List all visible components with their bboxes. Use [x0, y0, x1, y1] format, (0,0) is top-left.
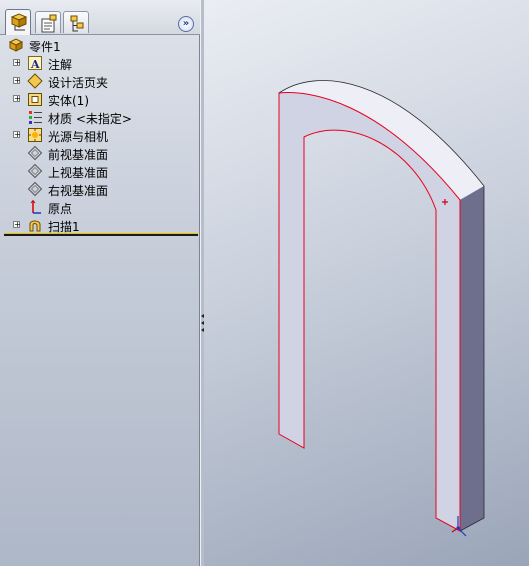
tree-item[interactable]: + A 注解	[0, 54, 198, 72]
tree-root-part[interactable]: 零件1	[0, 36, 198, 54]
tree-item[interactable]: + 扫描1	[0, 216, 198, 234]
material-icon	[29, 111, 42, 124]
model-front-face[interactable]	[436, 200, 460, 531]
tree-item[interactable]: 上视基准面	[0, 162, 198, 180]
tree-item[interactable]: + 光源与相机	[0, 126, 198, 144]
sweep-icon	[29, 220, 41, 232]
tree-item[interactable]: 原点	[0, 198, 198, 216]
feature-tree-icon	[10, 13, 28, 31]
tree-item-label: 右视基准面	[48, 184, 109, 198]
lights-cameras-icon	[28, 128, 42, 142]
tree-item[interactable]: + 实体(1)	[0, 90, 198, 108]
tree-item-label: 上视基准面	[48, 166, 109, 180]
tree-item-label: 材质 <未指定>	[48, 112, 132, 126]
plane-icon	[27, 145, 43, 161]
solid-bodies-icon	[28, 93, 42, 106]
expand-toggle[interactable]: +	[13, 59, 21, 67]
collapse-panel-button[interactable]: »	[178, 16, 194, 32]
part-model[interactable]	[204, 0, 529, 566]
configuration-manager-icon	[70, 15, 84, 32]
tree-item-label: 注解	[48, 58, 73, 72]
tree-root-label: 零件1	[29, 40, 61, 54]
tree-item[interactable]: 前视基准面	[0, 144, 198, 162]
graphics-area[interactable]	[204, 0, 529, 566]
property-manager-icon	[41, 14, 57, 33]
expand-toggle[interactable]: +	[13, 95, 21, 103]
propertymanager-tab[interactable]	[35, 11, 61, 33]
expand-toggle[interactable]: +	[13, 77, 21, 85]
expand-toggle[interactable]: +	[13, 131, 21, 139]
design-binder-icon	[27, 73, 43, 89]
plane-icon	[27, 163, 43, 179]
part-icon	[8, 38, 24, 52]
annotations-icon: A	[28, 56, 42, 71]
rollback-bar[interactable]	[4, 233, 198, 236]
featuremanager-tab[interactable]	[5, 9, 31, 35]
svg-text:A: A	[30, 58, 40, 71]
origin-icon	[30, 199, 41, 214]
tree-item-label: 设计活页夹	[48, 76, 109, 90]
manager-tabbar: »	[0, 0, 200, 35]
tree-item[interactable]: 右视基准面	[0, 180, 198, 198]
tree-item[interactable]: + 设计活页夹	[0, 72, 198, 90]
plane-icon	[27, 181, 43, 197]
tree-item-label: 光源与相机	[48, 130, 109, 144]
tree-item-label: 实体(1)	[48, 94, 89, 108]
model-side-face[interactable]	[460, 186, 484, 531]
expand-toggle[interactable]: +	[13, 221, 21, 229]
configurationmanager-tab[interactable]	[63, 11, 89, 33]
featuremanager-panel: » 零件1 + A 注解 + 设计活页夹 + 实体(1) 材质 <未指定> + 光源与相机前视基准面…	[0, 0, 200, 566]
tree-item-label: 前视基准面	[48, 148, 109, 162]
tree-item[interactable]: 材质 <未指定>	[0, 108, 198, 126]
tree-item-label: 原点	[48, 202, 73, 216]
